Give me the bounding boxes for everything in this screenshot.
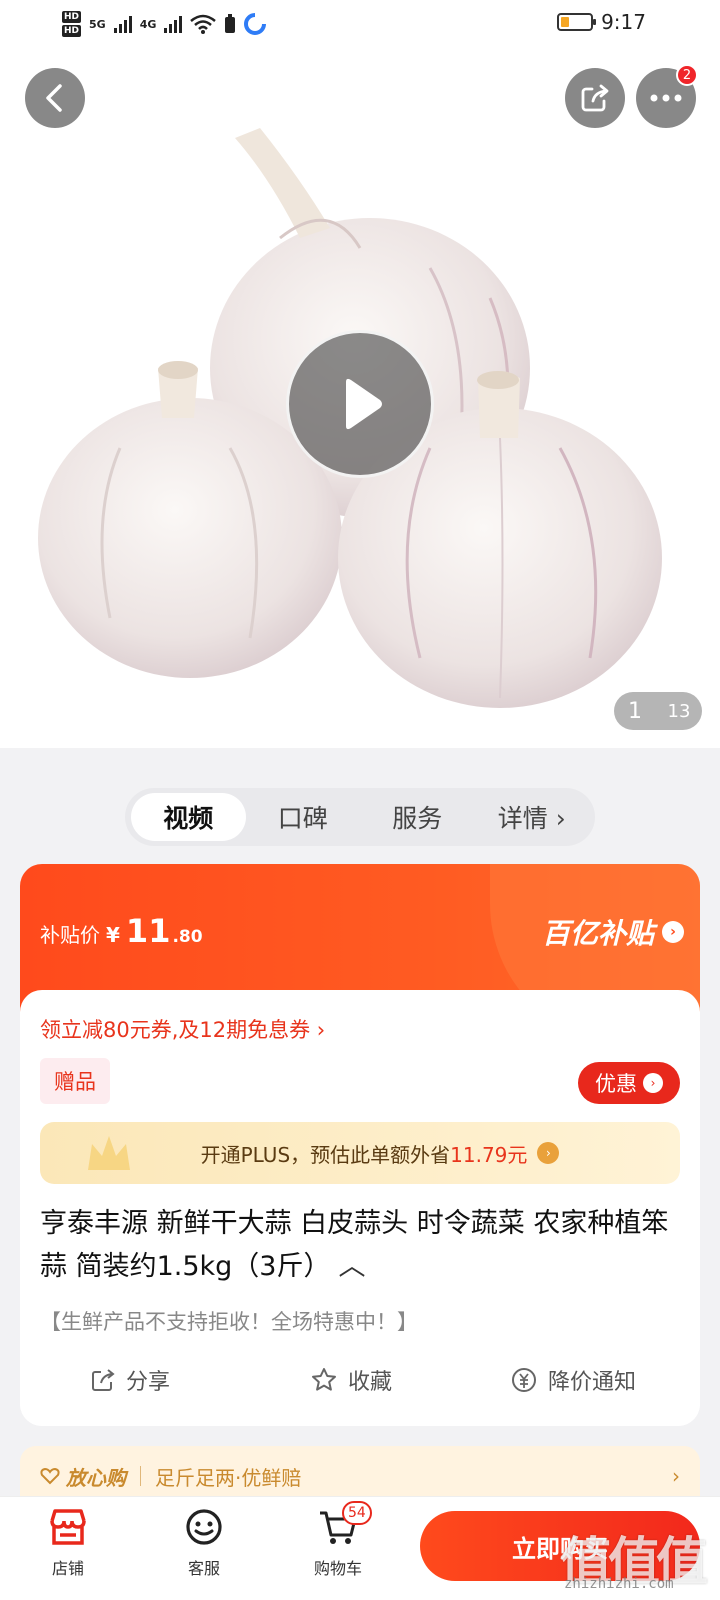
store-label: 店铺: [51, 1559, 84, 1578]
chevron-right-circle-icon: ›: [537, 1142, 560, 1164]
image-counter: 1 13: [614, 692, 702, 730]
product-gallery[interactable]: 2 1 13: [0, 48, 720, 748]
hd-label-2: HD: [62, 25, 82, 37]
product-actions: 分享 收藏 降价通知: [20, 1356, 700, 1404]
signal-icon: [113, 15, 132, 33]
more-dots-icon: [650, 94, 682, 102]
product-info-card: 补贴价 ¥ 11 .80 百亿补贴 › 领立减80元券,及12期免息券 › 赠品…: [20, 864, 700, 1426]
chevron-up-icon[interactable]: ︿: [338, 1251, 365, 1282]
customer-service-icon: [186, 1509, 222, 1545]
price-alert-label: 降价通知: [548, 1370, 637, 1395]
play-icon: [346, 378, 382, 430]
tab-video[interactable]: 视频: [131, 793, 246, 841]
cart-label: 购物车: [313, 1559, 362, 1578]
hd-indicator: HD HD: [62, 10, 82, 38]
cart-count-badge: 54: [342, 1501, 372, 1525]
network-4g-label: 4G: [139, 17, 157, 31]
gift-tag[interactable]: 赠品: [40, 1058, 110, 1104]
price-integer: 11: [125, 912, 171, 950]
tab-service[interactable]: 服务: [360, 793, 475, 841]
product-title[interactable]: 亨泰丰源 新鲜干大蒜 白皮蒜头 时令蔬菜 农家种植笨蒜 简装约1.5kg（3斤）…: [40, 1202, 680, 1288]
favorite-action[interactable]: 收藏: [310, 1364, 392, 1396]
share-label: 分享: [126, 1370, 171, 1395]
assurance-detail: 足斤足两·优鲜赔: [155, 1465, 302, 1490]
plus-prefix: 开通PLUS，预估此单额外省: [200, 1142, 451, 1167]
clock: 9:17: [601, 10, 646, 34]
play-video-button[interactable]: [286, 330, 434, 478]
chevron-right-circle-icon: ›: [643, 1073, 663, 1093]
divider: [140, 1466, 141, 1486]
plus-crown-icon: [88, 1136, 130, 1170]
customer-service-button[interactable]: 客服: [164, 1507, 244, 1579]
store-button[interactable]: 店铺: [28, 1507, 108, 1579]
plus-membership-bar[interactable]: 开通PLUS，预估此单额外省11.79元 ›: [40, 1122, 680, 1184]
tab-reviews[interactable]: 口碑: [246, 793, 361, 841]
chevron-right-circle-icon: ›: [662, 921, 684, 943]
store-icon: [50, 1509, 86, 1545]
price-decimal: .80: [172, 927, 203, 947]
wifi-icon: [190, 14, 217, 34]
chevron-left-icon: [46, 84, 62, 112]
app-notification-icon: [244, 13, 267, 35]
cart-button[interactable]: 54 购物车: [298, 1501, 378, 1579]
product-slogan: 【生鲜产品不支持拒收！全场特惠中！】: [40, 1310, 418, 1334]
buy-now-button[interactable]: 立即购买: [420, 1511, 700, 1581]
plus-amount: 11.79元: [450, 1142, 528, 1167]
battery-icon: [557, 13, 597, 31]
discount-button[interactable]: 优惠 ›: [578, 1062, 680, 1104]
chevron-right-icon: ›: [672, 1464, 680, 1488]
status-left: HD HD 5G 4G: [62, 6, 267, 42]
section-tabs: 视频 口碑 服务 详情 ›: [125, 788, 595, 846]
subsidy-price: 补贴价 ¥ 11 .80: [40, 912, 203, 950]
tab-details[interactable]: 详情 ›: [475, 793, 590, 841]
back-button[interactable]: [25, 68, 85, 128]
status-bar: HD HD 5G 4G 9:17: [0, 0, 720, 48]
discount-button-label: 优惠: [595, 1072, 637, 1096]
coupon-offer-link[interactable]: 领立减80元券,及12期免息券 ›: [40, 1014, 325, 1044]
price-label-text: 补贴价: [40, 923, 100, 947]
image-counter-total: 13: [667, 700, 691, 722]
share-icon: [581, 84, 609, 112]
bottom-action-bar: 店铺 客服 54 购物车 立即购买: [0, 1496, 720, 1600]
card-body: 领立减80元券,及12期免息券 › 赠品 优惠 › 开通PLUS，预估此单额外省…: [20, 990, 700, 1426]
hd-label-1: HD: [62, 11, 82, 23]
share-top-button[interactable]: [565, 68, 625, 128]
plus-text: 开通PLUS，预估此单额外省11.79元: [201, 1139, 528, 1168]
heart-icon: [40, 1467, 60, 1485]
assurance-label: 放心购: [66, 1465, 126, 1490]
more-button[interactable]: 2: [636, 64, 698, 128]
share-action[interactable]: 分享: [90, 1364, 170, 1396]
price-alert-action[interactable]: 降价通知: [510, 1364, 636, 1396]
status-right: 9:17: [557, 10, 646, 34]
battery-saver-icon: [225, 14, 236, 33]
service-label: 客服: [187, 1559, 220, 1578]
subsidy-logo-text: 百亿补贴: [541, 917, 654, 950]
price-drop-icon: [512, 1368, 536, 1392]
signal-icon-2: [164, 15, 183, 33]
image-counter-current: 1: [628, 698, 642, 724]
star-icon: [312, 1368, 336, 1391]
assurance-badge: 放心购: [40, 1462, 126, 1491]
favorite-label: 收藏: [348, 1370, 393, 1395]
billion-subsidy-logo[interactable]: 百亿补贴 ›: [542, 912, 684, 952]
network-5g-label: 5G: [89, 17, 106, 31]
notification-badge: 2: [676, 64, 698, 86]
price-currency: ¥: [106, 923, 120, 947]
share-icon: [92, 1369, 115, 1391]
